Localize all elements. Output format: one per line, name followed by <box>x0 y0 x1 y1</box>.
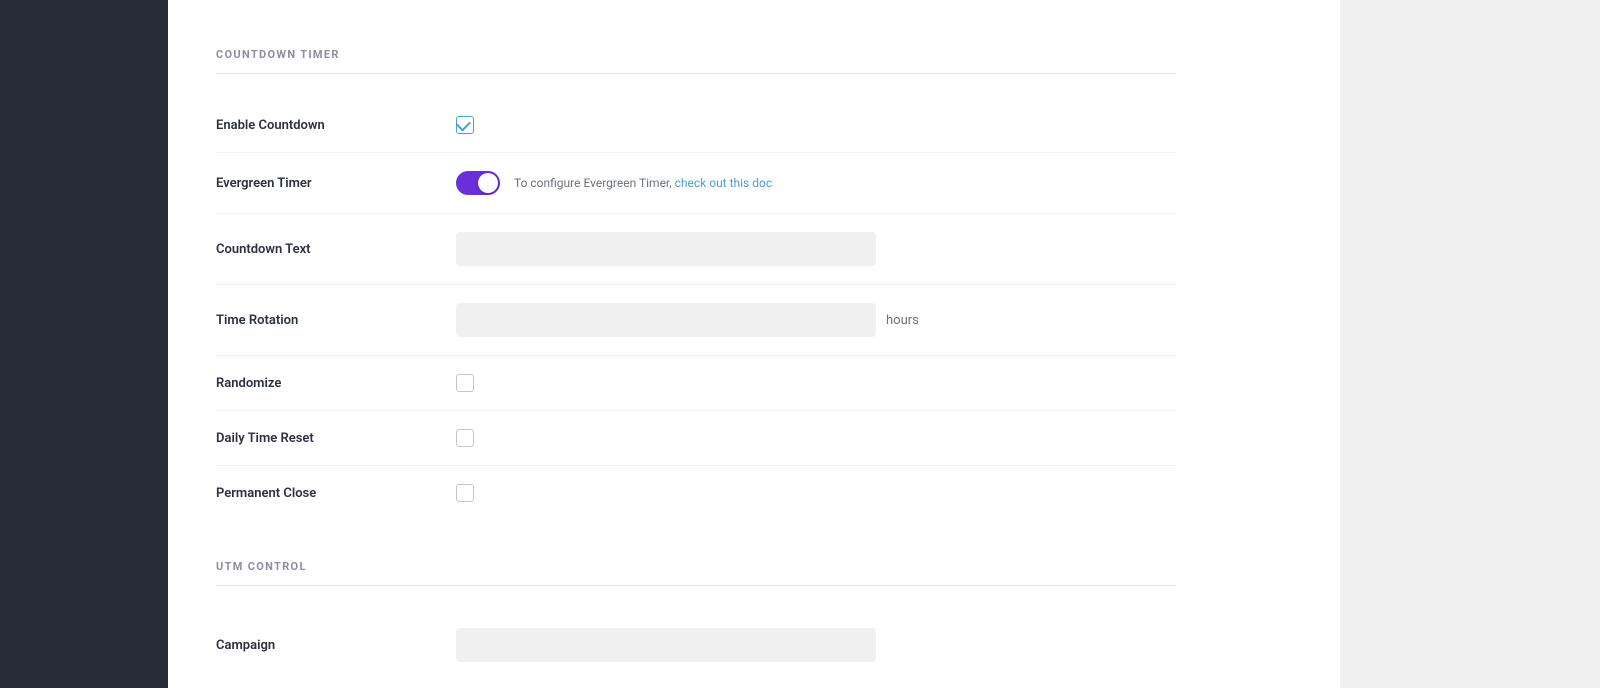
permanent-close-control <box>456 484 1176 502</box>
right-panel <box>1340 0 1600 688</box>
enable-countdown-row: Enable Countdown <box>216 98 1176 153</box>
enable-countdown-control <box>456 116 1176 134</box>
utm-section: UTM CONTROL Campaign <box>216 560 1176 680</box>
permanent-close-checkbox[interactable] <box>456 484 474 502</box>
main-content: COUNTDOWN TIMER Enable Countdown Evergre… <box>168 0 1340 688</box>
countdown-text-label: Countdown Text <box>216 242 456 257</box>
toggle-knob <box>478 173 498 193</box>
evergreen-timer-control: To configure Evergreen Timer, check out … <box>456 171 1176 195</box>
campaign-row: Campaign <box>216 610 1176 680</box>
time-rotation-label: Time Rotation <box>216 313 456 328</box>
randomize-row: Randomize <box>216 356 1176 411</box>
sidebar <box>0 0 168 688</box>
time-rotation-suffix: hours <box>886 313 919 328</box>
campaign-input[interactable] <box>456 628 876 662</box>
time-rotation-input-group: hours <box>456 303 919 337</box>
countdown-section-title: COUNTDOWN TIMER <box>216 48 1176 74</box>
countdown-text-input[interactable] <box>456 232 876 266</box>
permanent-close-row: Permanent Close <box>216 466 1176 520</box>
randomize-label: Randomize <box>216 376 456 391</box>
time-rotation-control: hours <box>456 303 1176 337</box>
enable-countdown-label: Enable Countdown <box>216 118 456 133</box>
countdown-section: COUNTDOWN TIMER Enable Countdown Evergre… <box>216 48 1176 520</box>
evergreen-helper-prefix: To configure Evergreen Timer, <box>514 176 675 190</box>
daily-time-reset-control <box>456 429 1176 447</box>
sections-container: COUNTDOWN TIMER Enable Countdown Evergre… <box>216 48 1176 680</box>
campaign-control <box>456 628 1176 662</box>
permanent-close-label: Permanent Close <box>216 486 456 501</box>
daily-time-reset-row: Daily Time Reset <box>216 411 1176 466</box>
campaign-label: Campaign <box>216 638 456 653</box>
evergreen-timer-row: Evergreen Timer To configure Evergreen T… <box>216 153 1176 214</box>
enable-countdown-checkbox[interactable] <box>456 116 474 134</box>
evergreen-timer-toggle[interactable] <box>456 171 500 195</box>
time-rotation-row: Time Rotation hours <box>216 285 1176 356</box>
daily-time-reset-label: Daily Time Reset <box>216 431 456 446</box>
countdown-text-control <box>456 232 1176 266</box>
daily-time-reset-checkbox[interactable] <box>456 429 474 447</box>
evergreen-timer-label: Evergreen Timer <box>216 176 456 191</box>
randomize-control <box>456 374 1176 392</box>
evergreen-doc-link[interactable]: check out this doc <box>675 176 772 190</box>
randomize-checkbox[interactable] <box>456 374 474 392</box>
utm-section-title: UTM CONTROL <box>216 560 1176 586</box>
evergreen-helper-text: To configure Evergreen Timer, check out … <box>514 176 772 190</box>
countdown-text-row: Countdown Text <box>216 214 1176 285</box>
time-rotation-input[interactable] <box>456 303 876 337</box>
